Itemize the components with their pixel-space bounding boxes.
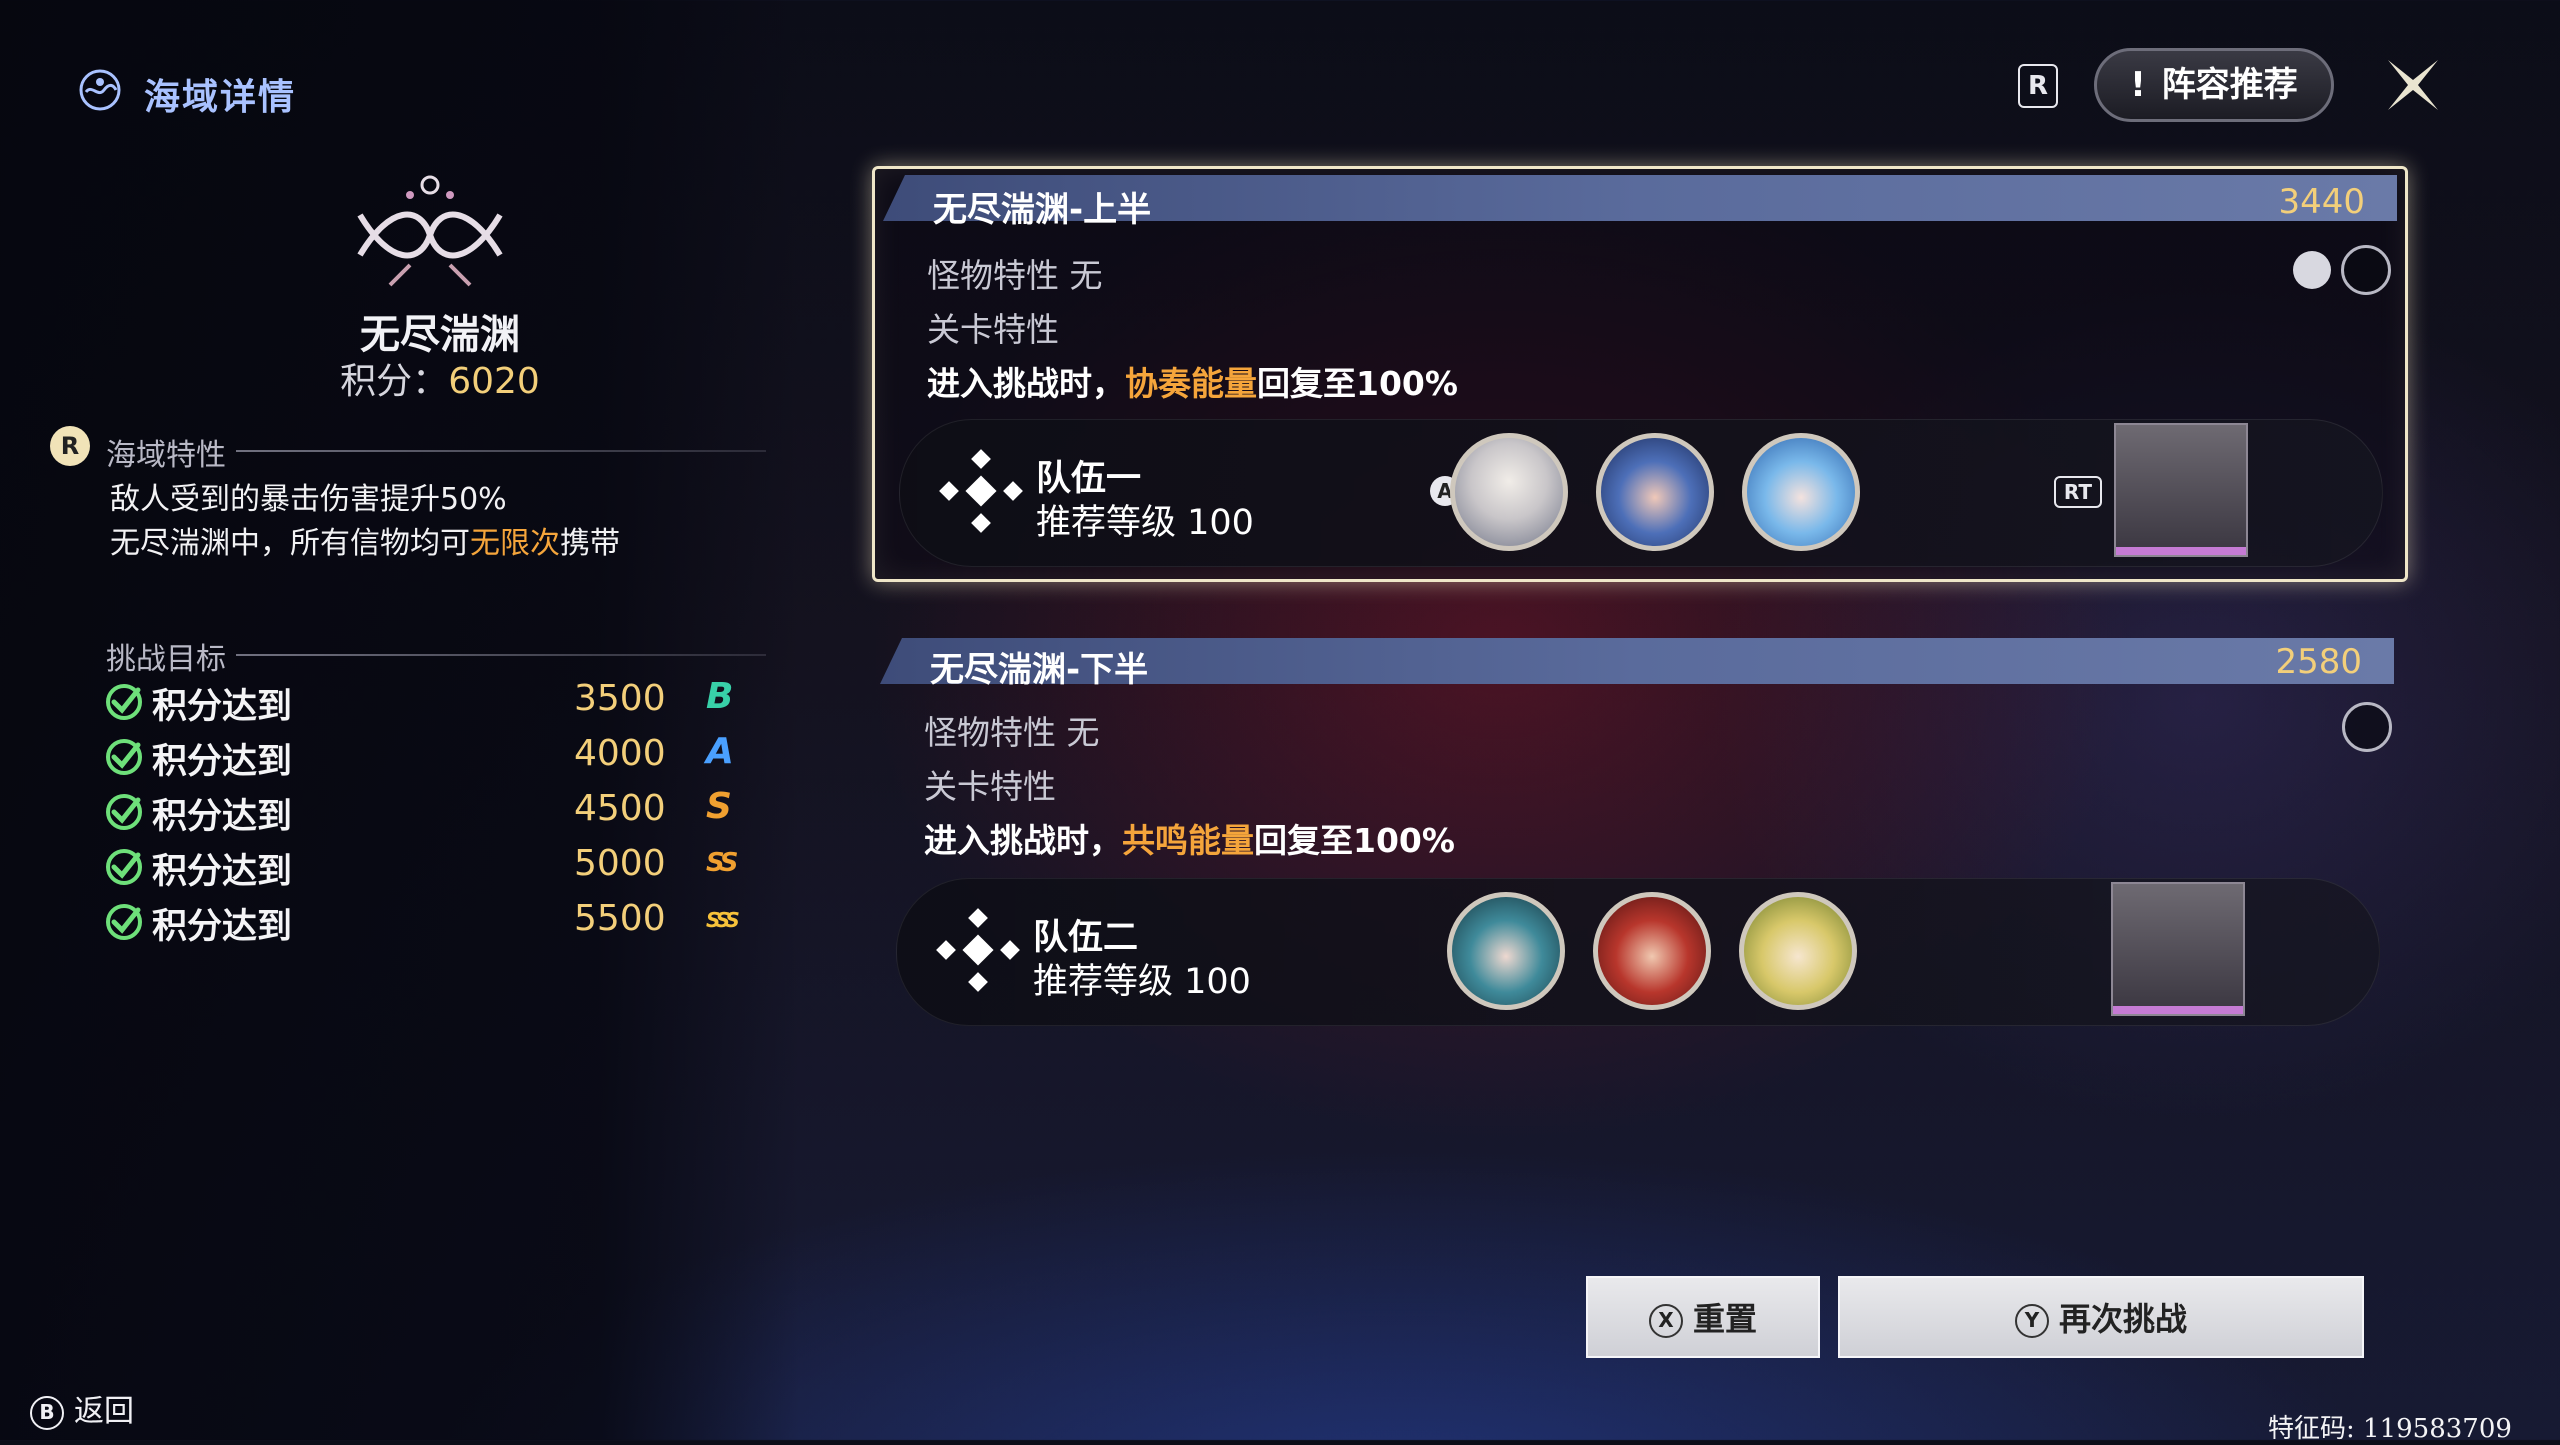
sea-trait-2-post: 携带 [560,526,620,561]
feature-code: 特征码: 119583709 [2268,1414,2512,1444]
back-button[interactable]: B 返回 [30,1386,134,1430]
rank-badge: SSS [706,908,740,932]
sea-traits-title: 海域特性 [106,438,226,473]
goal-row: 积分达到 4500 S [104,786,754,837]
avatar-white-haired-character[interactable] [1450,433,1568,551]
stage-name: 无尽湍渊-下半 [930,650,1149,690]
goal-label: 积分达到 [152,852,293,892]
stage-effect-highlight: 共鸣能量 [1122,821,1254,860]
avatar-blue-hat-character[interactable] [1596,433,1714,551]
stage-effect-post: 回复至100% [1257,364,1458,403]
copy-icon[interactable] [2293,251,2331,289]
reset-label: 重置 [1692,1300,1757,1338]
goal-value: 3500 [574,678,666,719]
check-icon [106,794,142,830]
stage-effect: 进入挑战时，共鸣能量回复至100% [924,814,1455,862]
page-title: 海域详情 [144,77,297,118]
r-key-hint[interactable]: R [50,426,90,466]
echo-slot[interactable] [2111,882,2245,1016]
lineup-recommend-button[interactable]: ! 阵容推荐 [2094,48,2334,122]
goal-value: 5500 [574,898,666,939]
stage-effect-highlight: 协奏能量 [1125,364,1257,403]
search-icon[interactable] [2342,702,2392,752]
level-trait: 关卡特性 [924,767,1056,806]
check-icon [106,739,142,775]
check-icon [106,684,142,720]
rank-badge: SS [706,848,738,878]
divider [236,654,766,656]
team-icon [939,449,1023,533]
sea-trait-2-highlight: 无限次 [470,526,560,561]
check-icon [106,904,142,940]
stage-effect: 进入挑战时，协奏能量回复至100% [927,357,1458,405]
retry-challenge-button[interactable]: Y 再次挑战 [1838,1276,2364,1358]
stage-effect-pre: 进入挑战时， [927,364,1125,403]
avatar-red-haired-character[interactable] [1593,892,1711,1010]
rank-badge: A [706,731,734,772]
search-icon[interactable] [2341,245,2391,295]
team-icon [936,908,1020,992]
lineup-recommend-label: 阵容推荐 [2161,65,2298,105]
team-level: 推荐等级 100 [1033,962,1251,1002]
close-icon[interactable] [2378,50,2448,120]
sea-region-icon [79,69,121,111]
check-icon [106,849,142,885]
goal-label: 积分达到 [152,687,293,727]
sea-trait-2-pre: 无尽湍渊中，所有信物均可 [110,526,470,561]
monster-trait: 怪物特性 无 [924,713,1100,752]
goal-row: 积分达到 5500 SSS [104,898,754,947]
goal-value: 4500 [574,788,666,829]
abyss-score: 积分：6020 [0,352,880,404]
back-label: 返回 [74,1394,134,1429]
score-value: 6020 [448,361,540,402]
stage-score: 2580 [2275,642,2362,682]
stage-effect-post: 回复至100% [1254,821,1455,860]
retry-label: 再次挑战 [2058,1300,2187,1338]
avatar-teal-haired-character[interactable] [1447,892,1565,1010]
reset-button[interactable]: X 重置 [1586,1276,1820,1358]
stage-name: 无尽湍渊-上半 [933,190,1152,230]
echo-slot[interactable] [2114,423,2248,557]
goal-label: 积分达到 [152,742,293,782]
avatar-blue-hooded-character[interactable] [1742,433,1860,551]
r-key-badge[interactable]: R [2018,64,2058,108]
team-level: 推荐等级 100 [1036,503,1254,543]
monster-trait: 怪物特性 无 [927,256,1103,295]
x-key-icon: X [1648,1304,1683,1338]
sea-trait-2: 无尽湍渊中，所有信物均可无限次携带 [110,518,620,562]
stage-score: 3440 [2278,182,2365,222]
exclamation-icon: ! [2130,65,2146,105]
divider [236,450,766,452]
goal-value: 4000 [574,733,666,774]
goal-value: 5000 [574,843,666,884]
rank-badge: B [706,676,734,717]
stage-card-upper[interactable]: 无尽湍渊-上半 3440 怪物特性 无 关卡特性 进入挑战时，协奏能量回复至10… [872,166,2408,582]
team-slot-1[interactable]: 队伍一 推荐等级 100 A RT [899,419,2383,567]
goal-row: 积分达到 4000 A [104,731,754,782]
b-key-icon: B [30,1395,64,1430]
goal-row: 积分达到 3500 B [104,676,754,727]
goals-title: 挑战目标 [106,642,226,677]
goal-label: 积分达到 [152,907,293,947]
avatar-green-bow-character[interactable] [1739,892,1857,1010]
y-key-icon: Y [2014,1304,2049,1338]
stage-effect-pre: 进入挑战时， [924,821,1122,860]
score-label: 积分： [340,361,449,402]
team-slot-2[interactable]: 队伍二 推荐等级 100 [896,878,2380,1026]
rt-key-hint: RT [2054,476,2102,508]
goal-label: 积分达到 [152,797,293,837]
sea-trait-1: 敌人受到的暴击伤害提升50% [110,482,507,517]
endless-abyss-emblem [357,175,503,287]
rank-badge: S [706,786,732,827]
stage-card-lower[interactable]: 无尽湍渊-下半 2580 怪物特性 无 关卡特性 进入挑战时，共鸣能量回复至10… [872,634,2402,1034]
goal-row: 积分达到 5000 SS [104,843,754,892]
level-trait: 关卡特性 [927,310,1059,349]
